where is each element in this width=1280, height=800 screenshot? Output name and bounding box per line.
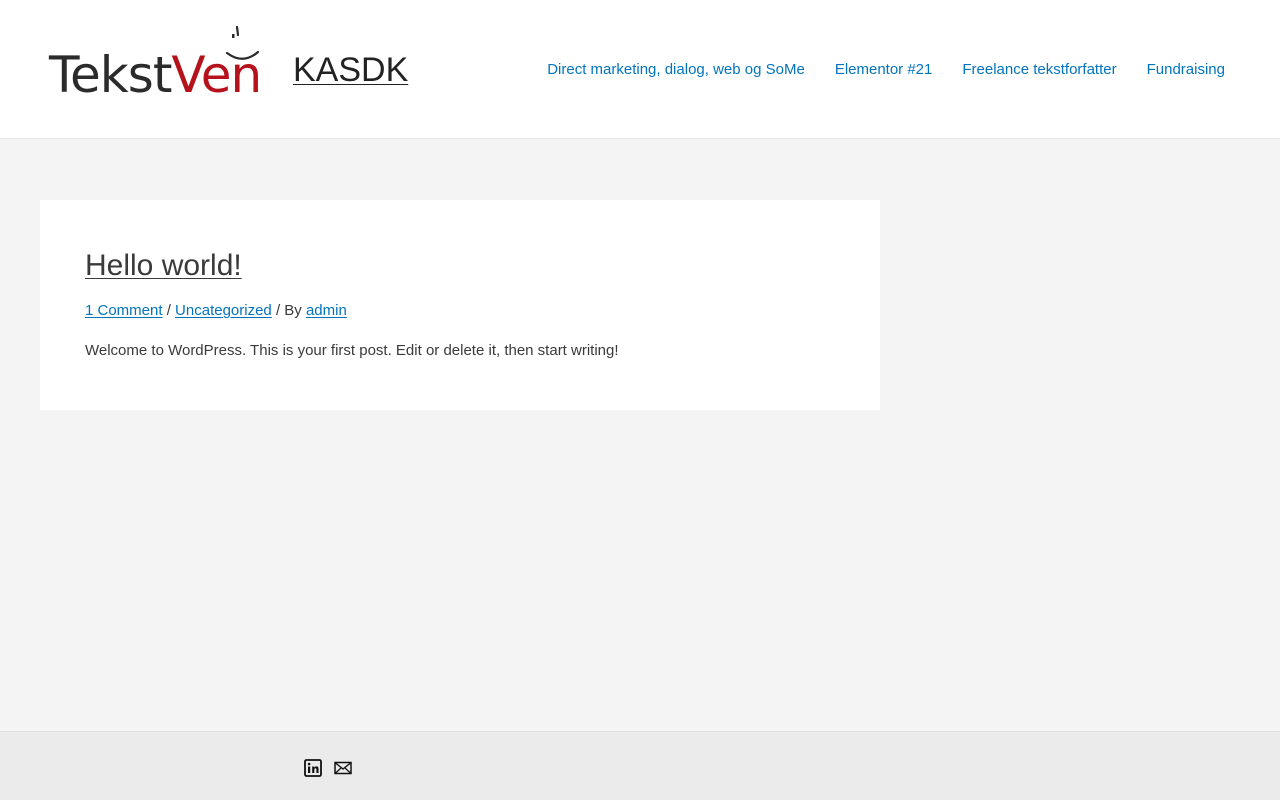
author-link[interactable]: admin [306,302,347,319]
linkedin-icon [304,759,322,777]
meta-separator: / [162,302,176,319]
email-icon [334,761,352,775]
linkedin-link[interactable] [304,759,322,777]
logo-wordmark-dark: Tekst [49,46,172,104]
comments-link[interactable]: 1 Comment [85,302,163,319]
main-navigation: Direct marketing, dialog, web og SoMe El… [547,60,1225,80]
logo-wordmark-red: Ven [171,46,262,104]
site-title[interactable]: KASDK [293,51,408,89]
nav-item-fundraising[interactable]: Fundraising [1147,60,1225,80]
logo-wordmark: TekstVen [49,50,262,100]
nav-item-freelance-tekstforfatter[interactable]: Freelance tekstforfatter [962,60,1116,80]
site-footer [0,731,1280,800]
post-title[interactable]: Hello world! [85,249,242,283]
post-card: Hello world! 1 Comment / Uncategorized /… [40,200,880,410]
category-link[interactable]: Uncategorized [175,302,272,319]
post-meta: 1 Comment / Uncategorized / By admin [85,301,347,321]
nav-item-elementor-21[interactable]: Elementor #21 [835,60,933,80]
meta-by-label: / By [271,302,306,319]
site-header: TekstVen KASDK Direct marketing, dialog,… [0,0,1280,139]
email-link[interactable] [334,759,352,777]
site-logo[interactable]: TekstVen [47,22,263,120]
post-excerpt: Welcome to WordPress. This is your first… [85,342,619,359]
nav-item-direct-marketing[interactable]: Direct marketing, dialog, web og SoMe [547,60,805,80]
